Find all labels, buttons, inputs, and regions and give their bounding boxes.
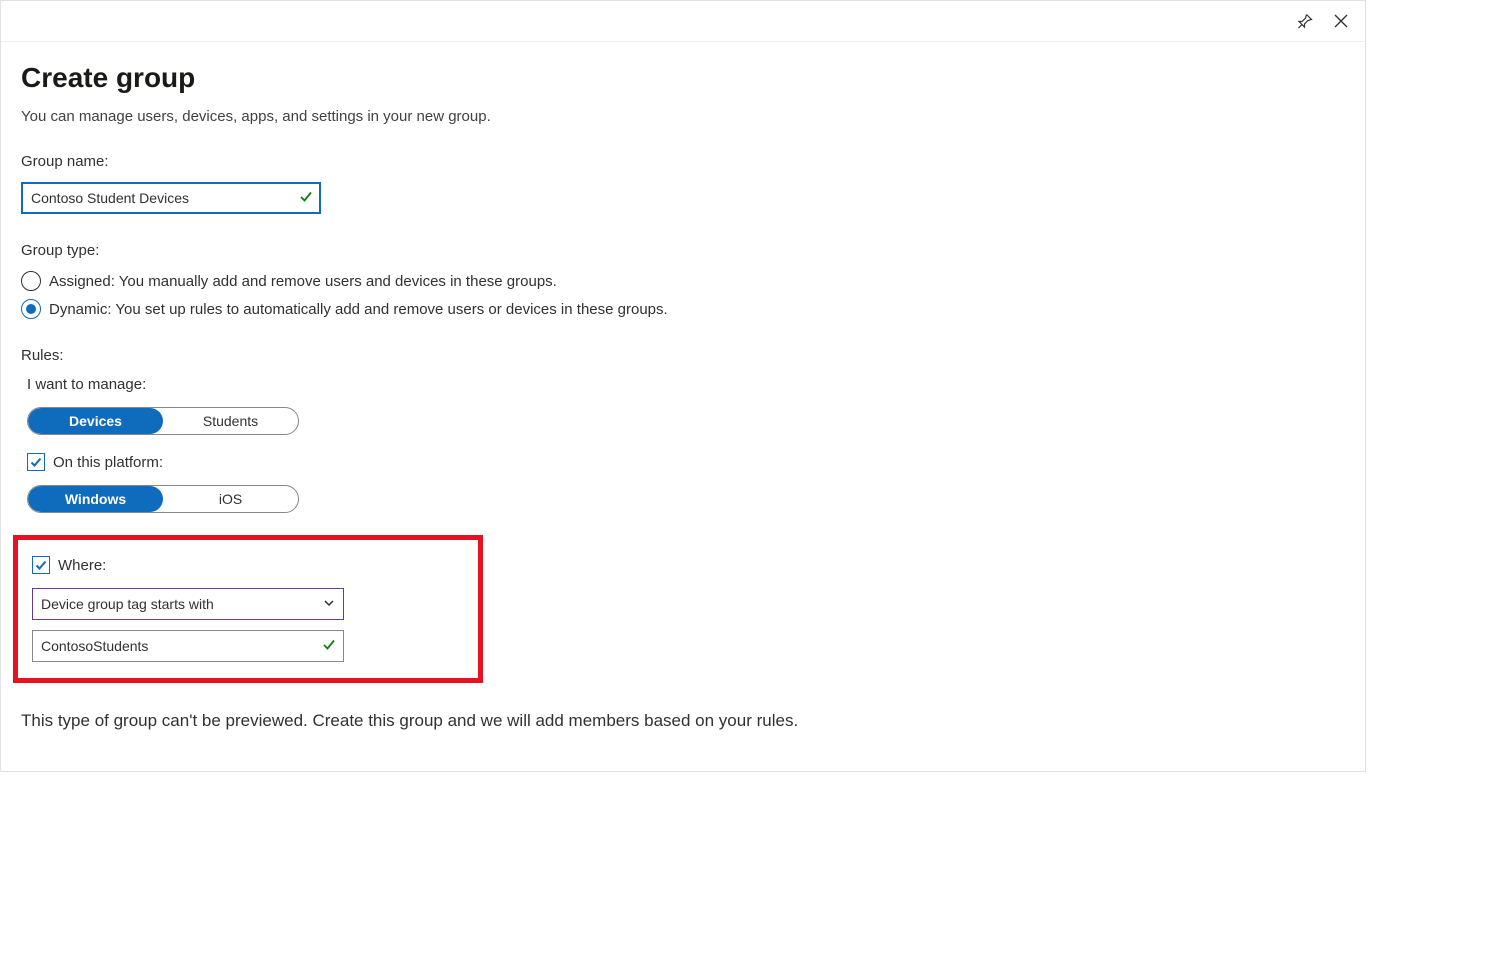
group-type-label: Group type: — [21, 242, 1345, 259]
checkbox-icon — [32, 556, 50, 574]
checkmark-icon — [322, 638, 336, 655]
create-group-panel: Create group You can manage users, devic… — [0, 0, 1366, 772]
panel-body: Create group You can manage users, devic… — [1, 42, 1365, 771]
group-type-radios: Assigned: You manually add and remove us… — [21, 271, 1345, 319]
page-description: You can manage users, devices, apps, and… — [21, 108, 1345, 125]
radio-dynamic-label: Dynamic: You set up rules to automatical… — [49, 301, 668, 318]
radio-assigned-label: Assigned: You manually add and remove us… — [49, 273, 557, 290]
radio-assigned[interactable]: Assigned: You manually add and remove us… — [21, 271, 1345, 291]
platform-toggle: Windows iOS — [27, 485, 299, 513]
where-label: Where: — [58, 557, 106, 574]
radio-circle-icon — [21, 299, 41, 319]
toggle-devices[interactable]: Devices — [28, 408, 163, 434]
toggle-windows[interactable]: Windows — [28, 486, 163, 512]
pin-icon[interactable] — [1295, 11, 1315, 31]
where-highlight: Where: Device group tag starts with — [13, 535, 483, 683]
where-value-input[interactable] — [32, 630, 344, 662]
group-name-label: Group name: — [21, 153, 1345, 170]
close-icon[interactable] — [1331, 11, 1351, 31]
platform-checkbox-row[interactable]: On this platform: — [27, 453, 1345, 471]
toggle-ios[interactable]: iOS — [163, 486, 298, 512]
where-condition-dropdown[interactable]: Device group tag starts with — [32, 588, 344, 620]
radio-circle-icon — [21, 271, 41, 291]
footer-text: This type of group can't be previewed. C… — [21, 711, 1345, 731]
page-title: Create group — [21, 62, 1345, 94]
platform-label: On this platform: — [53, 454, 163, 471]
rules-label: Rules: — [21, 347, 1345, 364]
radio-dynamic[interactable]: Dynamic: You set up rules to automatical… — [21, 299, 1345, 319]
manage-label: I want to manage: — [27, 376, 1345, 393]
manage-toggle: Devices Students — [27, 407, 299, 435]
chevron-down-icon — [323, 596, 335, 612]
panel-header — [1, 1, 1365, 42]
group-name-field-wrap — [21, 182, 321, 214]
where-value-wrap — [32, 630, 344, 662]
where-condition-text: Device group tag starts with — [41, 596, 214, 612]
group-name-input[interactable] — [21, 182, 321, 214]
where-checkbox-row[interactable]: Where: — [32, 556, 462, 574]
toggle-students[interactable]: Students — [163, 408, 298, 434]
checkmark-icon — [299, 190, 313, 207]
checkbox-icon — [27, 453, 45, 471]
